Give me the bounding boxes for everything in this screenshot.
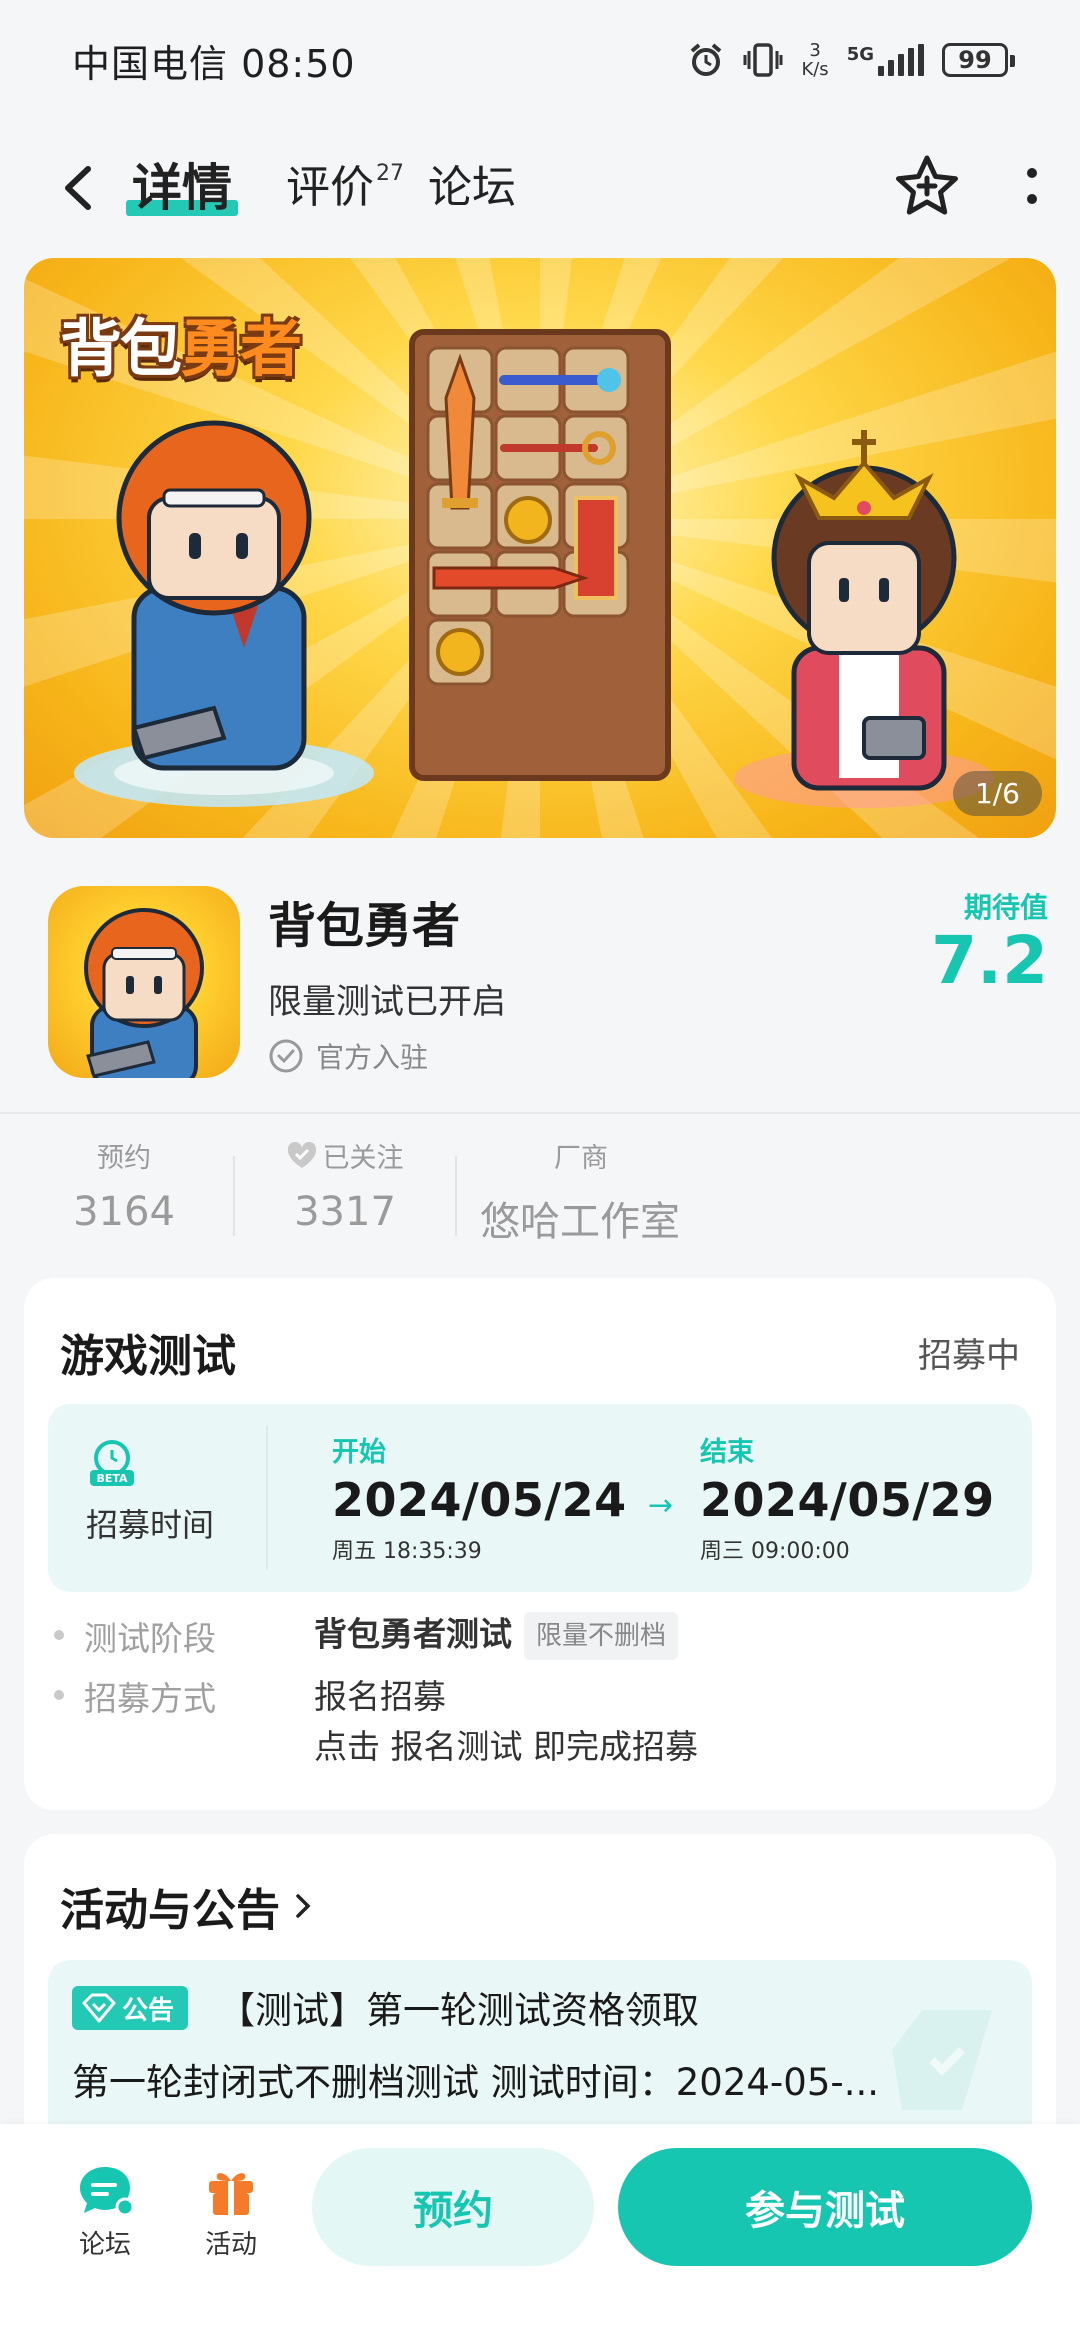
bottom-action-bar: 论坛 活动 预约 参与测试 (0, 2124, 1080, 2340)
net-speed: 3 K/s (801, 40, 829, 80)
divider (0, 1112, 1080, 1114)
check-circle-icon (269, 1039, 303, 1073)
more-vertical-icon (1027, 168, 1037, 204)
tab-bar: 详情 评价 27 论坛 (126, 158, 516, 218)
recruit-method-row: 招募方式 报名招募 点击 报名测试 即完成招募 (54, 1672, 698, 1772)
stat-developer[interactable]: 厂商 悠哈工作室 (480, 1136, 690, 1247)
official-badge: 官方入驻 (268, 1036, 428, 1076)
stat-followed[interactable]: 已关注 3317 (280, 1136, 410, 1235)
status-bar: 中国电信 08:50 3 K/s 5G 99 (0, 0, 1080, 120)
period-start: 开始 2024/05/24 周五 18:35:39 (332, 1437, 627, 1564)
events-title-link[interactable]: 活动与公告 (60, 1874, 312, 1938)
beta-icon: BETA (90, 1440, 134, 1486)
app-header: 背包勇者 限量测试已开启 官方入驻 期待值 7.2 (48, 886, 1048, 1082)
back-button[interactable] (40, 150, 116, 226)
recruit-status: 招募中 (918, 1336, 1020, 1376)
watermark-icon (892, 2010, 992, 2110)
alarm-icon (687, 41, 725, 79)
card-title: 游戏测试 (60, 1331, 236, 1382)
stage-chip: 限量不删档 (524, 1612, 679, 1660)
svg-text:BETA: BETA (96, 1472, 128, 1485)
more-button[interactable] (1024, 161, 1040, 215)
app-name: 背包勇者 (268, 898, 461, 954)
app-icon (48, 886, 240, 1078)
vibrate-icon (743, 42, 783, 78)
top-nav: 详情 评价 27 论坛 (0, 130, 1080, 246)
reviews-count: 27 (376, 161, 404, 186)
banner-artwork (74, 329, 994, 808)
signal-5g: 5G (847, 44, 924, 76)
star-plus-icon (896, 155, 958, 215)
notice-summary: 第一轮封闭式不删档测试 测试时间：2024-05-... (72, 2061, 879, 2104)
notice-badge: 公告 (72, 1986, 189, 2030)
test-stage-row: 测试阶段 背包勇者测试 限量不删档 (54, 1612, 679, 1660)
heart-check-icon (287, 1141, 316, 1168)
chevron-right-icon (296, 1894, 311, 1918)
forum-button[interactable]: 论坛 (50, 2158, 160, 2261)
diamond-heart-icon (82, 1993, 116, 2023)
expectation-score: 期待值 7.2 (931, 891, 1048, 999)
battery-icon: 99 (942, 43, 1015, 77)
tab-details[interactable]: 详情 (126, 158, 238, 218)
favorite-star-button[interactable] (894, 154, 960, 222)
game-test-card: 游戏测试 招募中 BETA 招募时间 开始 2024/05/24 周五 18:3… (24, 1278, 1056, 1810)
app-status: 限量测试已开启 (268, 982, 506, 1022)
carrier-time: 中国电信 08:50 (72, 41, 356, 86)
activity-button[interactable]: 活动 (176, 2158, 286, 2261)
arrow-right-icon: → (648, 1488, 674, 1523)
gift-icon (176, 2158, 286, 2224)
recruit-period: BETA 招募时间 开始 2024/05/24 周五 18:35:39 → 结束… (48, 1404, 1032, 1592)
stats-row: 预约 3164 已关注 3317 厂商 悠哈工作室 (0, 1136, 1080, 1246)
tab-forum[interactable]: 论坛 (428, 158, 516, 218)
reserve-button[interactable]: 预约 (312, 2148, 594, 2266)
events-card: 活动与公告 公告 【测试】第一轮测试资格领取 第一轮封闭式不删档测试 测试时间：… (24, 1834, 1056, 2164)
notice-title: 【测试】第一轮测试资格领取 (218, 1989, 699, 2032)
chat-bubble-icon (50, 2158, 160, 2224)
status-icons: 3 K/s 5G 99 (687, 40, 1015, 80)
chevron-left-icon (65, 166, 91, 210)
stat-reservations: 预约 3164 (73, 1143, 175, 1235)
join-test-button[interactable]: 参与测试 (618, 2148, 1032, 2266)
tab-reviews[interactable]: 评价 27 (286, 158, 404, 218)
carousel-counter: 1/6 (952, 771, 1042, 816)
period-end: 结束 2024/05/29 周三 09:00:00 (700, 1437, 995, 1564)
signal-icon (878, 44, 924, 76)
screenshot-carousel[interactable]: 背包勇者 1/6 (24, 258, 1056, 838)
